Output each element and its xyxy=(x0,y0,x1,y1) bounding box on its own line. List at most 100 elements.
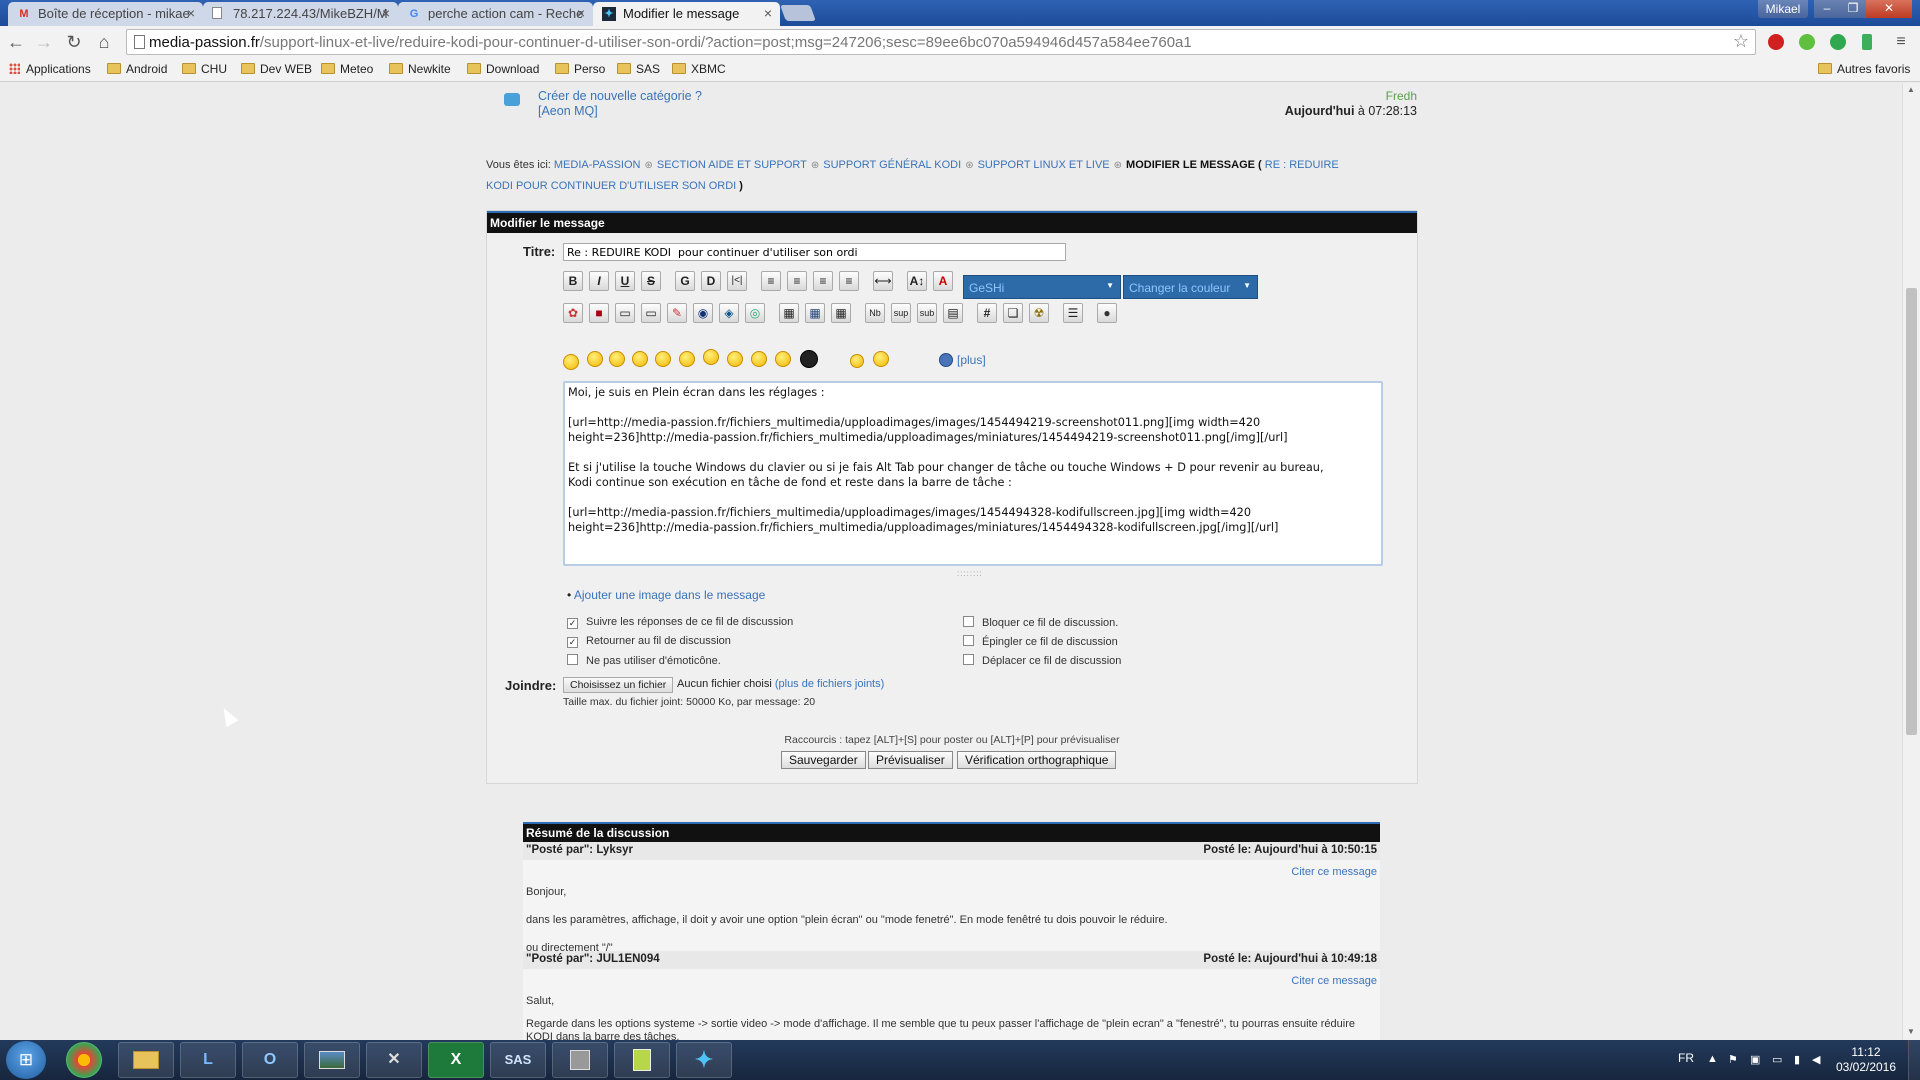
opera-extension-icon[interactable] xyxy=(1768,34,1784,50)
smiley-icon[interactable] xyxy=(775,351,791,367)
horizontal-rule-icon[interactable]: ⟷ xyxy=(873,271,893,291)
option-return-topic[interactable]: ✓ Retourner au fil de discussion xyxy=(567,635,731,648)
checkbox-icon[interactable] xyxy=(963,635,974,646)
close-icon[interactable]: × xyxy=(187,5,195,21)
checkbox-icon[interactable] xyxy=(963,654,974,665)
font-size-button[interactable]: A↕ xyxy=(907,271,927,291)
spell-check-button[interactable]: Vérification orthographique xyxy=(957,751,1117,769)
network-icon[interactable] xyxy=(552,1042,608,1078)
bookmark-chu[interactable]: CHU xyxy=(182,62,227,76)
scrollbar-thumb[interactable] xyxy=(1906,288,1917,735)
option-follow-replies[interactable]: ✓ Suivre les réponses de ce fil de discus… xyxy=(567,616,793,629)
shadow-button[interactable]: D xyxy=(701,271,721,291)
table-insert-icon[interactable]: ◎ xyxy=(745,303,765,323)
kodi-icon[interactable]: ✦ xyxy=(676,1042,732,1078)
smiley-icon[interactable] xyxy=(655,351,671,367)
align-justify-icon[interactable]: ≡ xyxy=(839,271,859,291)
scroll-down-icon[interactable]: ▼ xyxy=(1907,1027,1915,1036)
smiley-icon[interactable] xyxy=(679,351,695,367)
flag-icon[interactable]: ⚑ xyxy=(1728,1053,1740,1066)
close-icon[interactable]: × xyxy=(577,5,585,21)
explorer-icon[interactable] xyxy=(118,1042,174,1078)
maximize-button[interactable]: ❐ xyxy=(1840,0,1866,18)
clock[interactable]: 11:12 03/02/2016 xyxy=(1826,1045,1906,1075)
close-icon[interactable]: × xyxy=(764,5,772,21)
align-center-icon[interactable]: ≡ xyxy=(787,271,807,291)
color-dropdown[interactable]: Changer la couleur ▼ xyxy=(1123,275,1258,299)
close-icon[interactable]: × xyxy=(382,5,390,21)
smiley-icon[interactable] xyxy=(609,351,625,367)
show-desktop-button[interactable] xyxy=(1908,1040,1920,1080)
smiley-icon[interactable] xyxy=(850,354,864,368)
bookmark-sas[interactable]: SAS xyxy=(617,62,660,76)
table-column-icon[interactable]: ▦ xyxy=(831,303,851,323)
glow-button[interactable]: G xyxy=(675,271,695,291)
more-attachments-link[interactable]: (plus de fichiers joints) xyxy=(775,678,884,690)
breadcrumb-support-linux[interactable]: Support Linux et Live xyxy=(978,159,1110,171)
smiley-icon[interactable] xyxy=(727,351,743,367)
tab-gmail[interactable]: M Boîte de réception - mikae × xyxy=(8,2,203,26)
table-icon[interactable]: ▦ xyxy=(779,303,799,323)
url-text[interactable]: media-passion.fr/support-linux-et-live/r… xyxy=(149,34,1192,51)
show-hidden-icons-icon[interactable]: ▲ xyxy=(1707,1053,1719,1065)
bookmark-applications[interactable]: Applications xyxy=(9,62,91,76)
bookmark-android[interactable]: Android xyxy=(107,62,167,76)
spoiler-icon[interactable]: ☢ xyxy=(1029,303,1049,323)
bookmark-perso[interactable]: Perso xyxy=(555,62,605,76)
align-left-icon[interactable]: ≡ xyxy=(761,271,781,291)
smiley-icon[interactable] xyxy=(873,351,889,367)
battery-icon[interactable]: ▭ xyxy=(1772,1053,1784,1066)
option-no-smileys[interactable]: Ne pas utiliser d'émoticône. xyxy=(567,654,721,667)
bookmark-download[interactable]: Download xyxy=(467,62,539,76)
start-button[interactable]: ⊞ xyxy=(6,1041,46,1079)
volume-icon[interactable]: ◀ xyxy=(1812,1053,1824,1066)
quote-post-link[interactable]: Citer ce message xyxy=(1291,866,1377,878)
link-icon[interactable]: ▭ xyxy=(615,303,635,323)
choose-file-button[interactable]: Choisissez un fichier xyxy=(563,677,674,693)
last-post-author[interactable]: Fredh xyxy=(1386,89,1417,103)
address-bar[interactable]: media-passion.fr/support-linux-et-live/r… xyxy=(126,29,1756,55)
checkbox-icon[interactable] xyxy=(567,654,578,665)
nbsp-icon[interactable]: Nb xyxy=(865,303,885,323)
bomb-icon[interactable] xyxy=(800,350,818,368)
tab-google-search[interactable]: G perche action cam - Reche × xyxy=(398,2,593,26)
bookmark-dev-web[interactable]: Dev WEB xyxy=(241,62,312,76)
resize-grip-icon[interactable]: :::::::: xyxy=(957,569,983,578)
image-icon[interactable]: ■ xyxy=(589,303,609,323)
reload-icon[interactable]: ↻ xyxy=(63,31,85,53)
table-row-icon[interactable]: ▦ xyxy=(805,303,825,323)
breadcrumb-section-aide[interactable]: Section Aide et Support xyxy=(657,159,807,171)
smiley-icon[interactable] xyxy=(703,349,719,365)
excel-icon[interactable]: X xyxy=(428,1042,484,1078)
checkbox-checked-icon[interactable]: ✓ xyxy=(567,618,578,629)
page-info-icon[interactable] xyxy=(134,35,145,49)
underline-button[interactable]: U xyxy=(615,271,635,291)
home-icon[interactable]: ⌂ xyxy=(93,31,115,53)
back-icon[interactable]: ← xyxy=(5,31,27,53)
device-icon[interactable]: ▣ xyxy=(1750,1053,1762,1066)
message-textarea[interactable] xyxy=(563,381,1383,566)
bookmark-newkite[interactable]: Newkite xyxy=(389,62,451,76)
smiley-icon[interactable] xyxy=(563,354,579,370)
network-tray-icon[interactable]: ▮ xyxy=(1794,1053,1806,1066)
quote-post-link[interactable]: Citer ce message xyxy=(1291,975,1377,987)
menu-icon[interactable]: ≡ xyxy=(1890,31,1912,53)
add-image-link[interactable]: • Ajouter une image dans le message xyxy=(567,588,765,602)
ftp-icon[interactable]: ◈ xyxy=(719,303,739,323)
tab-modifier-message[interactable]: ✦ Modifier le message × xyxy=(593,2,780,26)
smiley-icon[interactable] xyxy=(632,351,648,367)
lync-icon[interactable]: L xyxy=(180,1042,236,1078)
geshi-dropdown[interactable]: GeSHi ▼ xyxy=(963,275,1121,299)
add-image-label[interactable]: Ajouter une image dans le message xyxy=(574,588,765,602)
more-smileys-icon[interactable] xyxy=(939,353,953,367)
email-icon[interactable]: ▭ xyxy=(641,303,661,323)
smiley-icon[interactable] xyxy=(751,351,767,367)
subscript-icon[interactable]: sub xyxy=(917,303,937,323)
more-smileys-link[interactable]: [plus] xyxy=(957,353,986,367)
save-button[interactable]: Sauvegarder xyxy=(781,751,866,769)
font-color-button[interactable]: A xyxy=(933,271,953,291)
checkbox-checked-icon[interactable]: ✓ xyxy=(567,637,578,648)
list-icon[interactable]: ☰ xyxy=(1063,303,1083,323)
new-tab-button[interactable] xyxy=(780,5,816,21)
scroll-up-icon[interactable]: ▲ xyxy=(1907,85,1915,94)
